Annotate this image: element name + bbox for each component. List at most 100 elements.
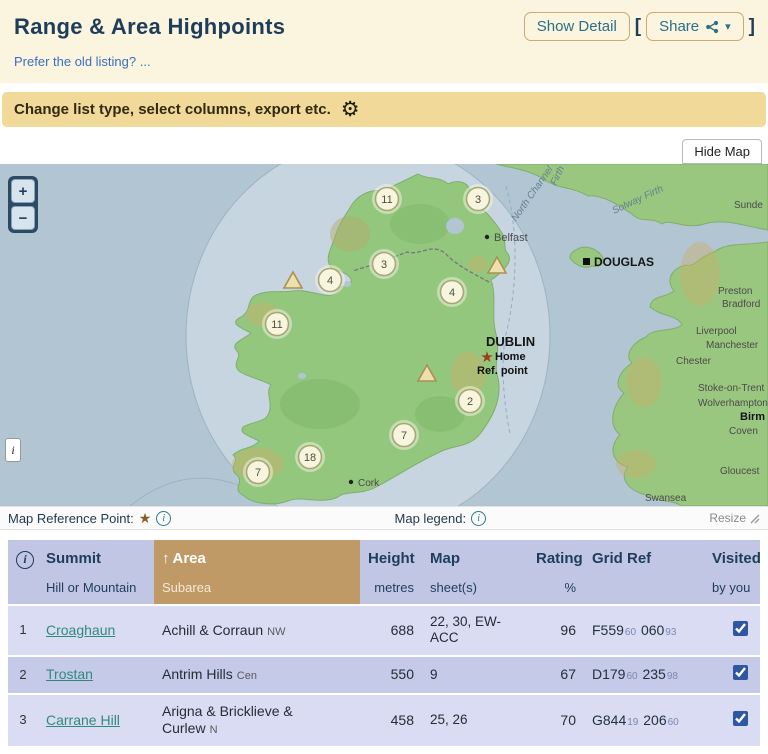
row-number: 1 [8, 605, 38, 656]
table-info-icon[interactable]: i [16, 550, 34, 569]
grid-ref-main: 235 [642, 666, 666, 683]
map-city-label: Chester [676, 356, 712, 367]
svg-text:18: 18 [304, 452, 316, 464]
svg-text:2: 2 [467, 396, 473, 408]
cluster-marker[interactable]: 18 [295, 442, 325, 472]
svg-text:3: 3 [475, 194, 481, 206]
svg-text:Belfast: Belfast [494, 232, 528, 244]
map-column-header[interactable]: Map sheet(s) [422, 540, 528, 604]
summit-link[interactable]: Carrane Hill [46, 712, 120, 728]
svg-text:Coven: Coven [729, 426, 758, 437]
svg-text:Liverpool: Liverpool [696, 326, 737, 337]
grid-ref-cell: F55960 06093 [584, 605, 704, 656]
cluster-marker[interactable]: 11 [372, 184, 402, 214]
map-sheets-cell: 9 [422, 657, 528, 693]
visited-checkbox[interactable] [733, 710, 748, 726]
map-city-label: Sunde [734, 200, 763, 211]
zoom-out-button[interactable]: − [11, 206, 35, 230]
height-column-header[interactable]: Height metres [360, 540, 422, 604]
visited-checkbox[interactable] [733, 620, 748, 636]
grid-ref-precision: 19 [627, 716, 639, 728]
highpoints-table: i Summit Hill or Mountain ↑ Area Subarea … [8, 538, 761, 748]
rating-column-header[interactable]: Rating % [528, 540, 584, 604]
page-title: Range & Area Highpoints [14, 13, 286, 39]
cluster-marker[interactable]: 11 [262, 309, 292, 339]
list-options-toolbar[interactable]: Change list type, select columns, export… [2, 92, 766, 127]
subarea-label: N [209, 724, 218, 737]
map-city-label: Coven [729, 426, 758, 437]
hide-map-button[interactable]: Hide Map [682, 139, 762, 164]
svg-text:Home: Home [495, 351, 526, 363]
map-info-toggle-button[interactable]: i [5, 438, 21, 462]
cluster-marker[interactable]: 4 [315, 265, 345, 295]
cluster-marker[interactable]: 7 [389, 420, 419, 450]
svg-text:Sunde: Sunde [734, 200, 763, 211]
map-city-label: Stoke-on-Trent [698, 383, 765, 394]
cluster-marker[interactable]: 4 [437, 277, 467, 307]
map-city-label: DUBLIN [486, 334, 535, 349]
svg-text:Chester: Chester [676, 356, 712, 367]
height-column-title: Height [368, 550, 415, 567]
share-icon [705, 20, 719, 34]
svg-text:★: ★ [480, 349, 493, 366]
summit-cell: Trostan [38, 657, 154, 693]
visited-cell [704, 657, 760, 693]
svg-text:Swansea: Swansea [645, 493, 687, 504]
old-listing-link[interactable]: Prefer the old listing? ... [14, 54, 151, 69]
area-column-header[interactable]: ↑ Area Subarea [154, 540, 360, 604]
rating-column-title: Rating [536, 550, 583, 567]
area-label: Achill & Corraun [162, 621, 264, 638]
row-number: 3 [8, 694, 38, 747]
gridref-column-header[interactable]: Grid Ref [584, 540, 704, 604]
map-resize-handle[interactable]: Resize [709, 511, 760, 525]
area-cell: Antrim Hills Cen [154, 657, 360, 693]
svg-text:4: 4 [327, 275, 333, 287]
svg-text:DOUGLAS: DOUGLAS [594, 255, 654, 269]
subarea-label: NW [267, 625, 286, 638]
summit-link[interactable]: Trostan [46, 666, 93, 682]
summit-column-header[interactable]: Summit Hill or Mountain [38, 540, 154, 604]
cluster-marker[interactable]: 3 [369, 249, 399, 279]
visited-cell [704, 694, 760, 747]
table-row: 3 Carrane Hill Arigna & Bricklieve & Curle… [8, 694, 760, 747]
info-icon[interactable]: i [471, 510, 487, 526]
svg-text:Wolverhampton: Wolverhampton [698, 398, 768, 409]
grid-ref-main: G844 [592, 711, 627, 728]
zoom-in-button[interactable]: + [11, 179, 35, 203]
summit-link[interactable]: Croaghaun [46, 622, 115, 638]
grid-ref-cell: G84419 20660 [584, 694, 704, 747]
map-city-label: DOUGLAS [583, 255, 654, 269]
table-row: 2 Trostan Antrim Hills Cen 550 9 67 D17960 2359… [8, 657, 760, 693]
cluster-marker[interactable]: 3 [463, 184, 493, 214]
table-row: 1 Croaghaun Achill & Corraun NW 688 22, 30, E… [8, 605, 760, 656]
svg-text:Manchester: Manchester [706, 340, 759, 351]
share-button[interactable]: Share ▾ [646, 12, 744, 41]
visited-checkbox[interactable] [733, 665, 748, 681]
svg-text:11: 11 [381, 194, 392, 206]
map-city-label: Wolverhampton [698, 398, 768, 409]
visited-column-header[interactable]: Visited by you [704, 540, 761, 604]
height-cell: 550 [360, 657, 422, 693]
info-column-header: i [8, 540, 38, 604]
svg-text:Stoke-on-Trent: Stoke-on-Trent [698, 383, 765, 394]
area-cell: Arigna & Bricklieve & Curlew N [154, 694, 360, 747]
svg-text:Gloucest: Gloucest [720, 466, 760, 477]
grid-ref-precision: 60 [626, 671, 638, 683]
svg-text:7: 7 [401, 430, 407, 442]
info-icon[interactable]: i [156, 510, 172, 526]
cluster-marker[interactable]: 7 [243, 457, 273, 487]
rating-cell: 96 [528, 605, 584, 656]
grid-ref-main: 060 [640, 621, 665, 638]
map-city-label: Bradford [722, 299, 760, 310]
cluster-marker[interactable]: 2 [455, 386, 485, 416]
gear-icon: ⚙ [340, 98, 360, 121]
map-container: Belfast DOUGLAS DUBLIN Cork Sunde Preston Brad… [0, 164, 768, 506]
svg-text:Bradford: Bradford [722, 299, 760, 310]
zoom-control: + − [8, 176, 38, 233]
map-canvas[interactable]: Belfast DOUGLAS DUBLIN Cork Sunde Preston Brad… [0, 164, 768, 506]
map-sheets-cell: 22, 30, EW-ACC [422, 605, 528, 656]
map-city-label: Manchester [706, 340, 759, 351]
show-detail-button[interactable]: Show Detail [523, 12, 630, 41]
visited-column-title: Visited [712, 550, 761, 567]
summit-column-sub: Hill or Mountain [46, 580, 137, 595]
